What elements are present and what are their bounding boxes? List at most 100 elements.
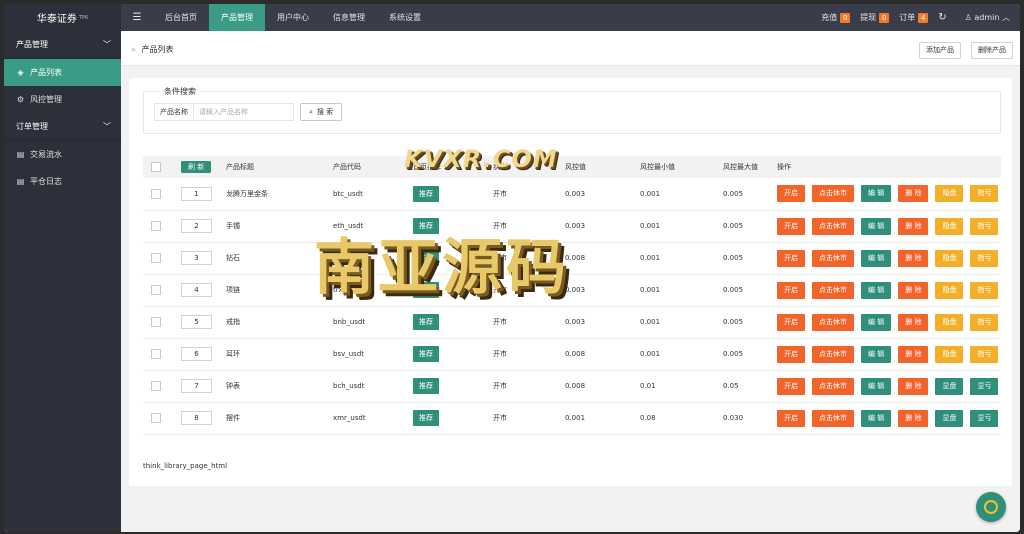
delete-button[interactable]: 删 除 [898,377,929,395]
recommend-button[interactable]: 推荐 [413,185,439,202]
row-checkbox[interactable] [151,188,161,199]
sidebar-item-close-log[interactable]: ▤ 平仓日志 [4,168,121,195]
search-input[interactable] [193,103,294,121]
display-toggle-button[interactable]: 隐盘 [935,217,964,235]
display-toggle-button[interactable]: 隐盘 [935,313,964,331]
refresh-icon[interactable]: ↻ [938,12,946,23]
close-market-button[interactable]: 点击休市 [812,409,854,427]
sidebar-group-product[interactable]: 产品管理 ﹀ [4,31,121,59]
delete-button[interactable]: 删 除 [898,409,929,427]
display-toggle-button[interactable]: 显盘 [935,409,964,427]
recommend-button[interactable]: 推荐 [413,314,439,330]
display-toggle-button[interactable]: 隐盘 [935,249,964,267]
recommend-button[interactable]: 推荐 [413,410,439,426]
row-checkbox[interactable] [151,381,161,391]
sort-input[interactable]: 4 [181,283,212,297]
sort-input[interactable]: 3 [181,251,212,265]
loss-toggle-button[interactable]: 指亏 [970,185,999,203]
nav-system-settings[interactable]: 系统设置 [377,4,433,31]
row-checkbox[interactable] [151,317,161,327]
recommend-button[interactable]: 推荐 [413,346,439,362]
sidebar-item-product-list[interactable]: ◈ 产品列表 [4,59,121,86]
loss-toggle-button[interactable]: 指亏 [970,249,999,267]
display-toggle-button[interactable]: 隐盘 [935,185,964,203]
close-market-button[interactable]: 点击休市 [812,345,854,363]
close-market-button[interactable]: 点击休市 [812,313,854,331]
delete-button[interactable]: 删 除 [898,313,929,331]
edit-button[interactable]: 编 辑 [861,313,892,331]
display-toggle-button[interactable]: 显盘 [935,377,964,395]
edit-button[interactable]: 编 辑 [861,409,892,427]
sidebar-group-orders[interactable]: 订单管理 ﹀ [4,113,121,141]
row-checkbox[interactable] [151,253,161,263]
brand-name: 华泰证券 [36,14,77,25]
recommend-button[interactable]: 推荐 [413,282,439,298]
sort-input[interactable]: 1 [181,186,212,201]
close-market-button[interactable]: 点击休市 [812,185,854,203]
nav-dashboard[interactable]: 后台首页 [153,4,209,31]
breadcrumb-bar: » 产品列表 添加产品 删除产品 [121,31,1020,66]
edit-button[interactable]: 编 辑 [861,377,892,395]
close-market-button[interactable]: 点击休市 [812,249,854,267]
open-button[interactable]: 开启 [777,281,805,299]
delete-button[interactable]: 删 除 [898,249,929,267]
open-button[interactable]: 开启 [777,185,805,203]
recommend-button[interactable]: 推荐 [413,218,439,234]
delete-button[interactable]: 删 除 [898,217,929,235]
edit-button[interactable]: 编 辑 [861,185,892,203]
delete-product-button[interactable]: 删除产品 [971,42,1013,59]
user-menu[interactable]: ♙ admin ︿ [965,12,1010,23]
loss-toggle-button[interactable]: 指亏 [970,281,999,299]
nav-info-management[interactable]: 信息管理 [321,4,377,31]
table-row: 4 项链 trx_usdt 推荐 开市 0.003 0.001 0.005 开启 点击休市编 辑删… [143,274,1001,307]
search-button[interactable]: ⌕ 搜 索 [300,103,343,121]
edit-button[interactable]: 编 辑 [861,345,892,363]
edit-button[interactable]: 编 辑 [861,217,892,235]
recommend-button[interactable]: 推荐 [413,378,439,394]
delete-button[interactable]: 删 除 [898,185,929,203]
delete-button[interactable]: 删 除 [898,345,929,363]
open-button[interactable]: 开启 [777,249,805,267]
recommend-button[interactable]: 推荐 [413,250,439,266]
close-market-button[interactable]: 点击休市 [812,377,854,395]
edit-button[interactable]: 编 辑 [861,281,892,299]
sort-input[interactable]: 6 [181,347,212,361]
sidebar-item-trade-flow[interactable]: ▤ 交易流水 [4,141,121,168]
select-all-checkbox[interactable] [151,162,161,172]
open-button[interactable]: 开启 [777,377,805,395]
row-checkbox[interactable] [151,285,161,295]
sort-input[interactable]: 8 [181,411,212,425]
display-toggle-button[interactable]: 隐盘 [935,345,964,363]
display-toggle-button[interactable]: 隐盘 [935,281,964,299]
sort-input[interactable]: 5 [181,315,212,329]
row-checkbox[interactable] [151,349,161,359]
loss-toggle-button[interactable]: 指亏 [970,313,999,331]
sidebar-item-label: 风控管理 [30,95,62,104]
loss-toggle-button[interactable]: 显亏 [970,409,999,427]
withdraw-link[interactable]: 提现 0 [860,12,890,23]
loss-toggle-button[interactable]: 指亏 [970,217,999,235]
add-product-button[interactable]: 添加产品 [919,42,961,59]
close-market-button[interactable]: 点击休市 [812,281,854,299]
sidebar-item-risk-management[interactable]: ⚙ 风控管理 [4,86,121,113]
edit-button[interactable]: 编 辑 [861,249,892,267]
sort-input[interactable]: 7 [181,379,212,393]
close-market-button[interactable]: 点击休市 [812,217,854,235]
nav-product-management[interactable]: 产品管理 [209,4,265,31]
loss-toggle-button[interactable]: 显亏 [970,377,999,395]
open-button[interactable]: 开启 [777,409,805,427]
floating-chat-button[interactable] [976,492,1006,522]
loss-toggle-button[interactable]: 指亏 [970,345,999,363]
orders-link[interactable]: 订单 4 [899,12,929,23]
open-button[interactable]: 开启 [777,345,805,363]
open-button[interactable]: 开启 [777,217,805,235]
delete-button[interactable]: 删 除 [898,281,929,299]
sort-input[interactable]: 2 [181,219,212,233]
refresh-button[interactable]: 刷 新 [181,161,212,173]
open-button[interactable]: 开启 [777,313,805,331]
menu-toggle-icon[interactable]: ☰ [121,4,153,31]
row-checkbox[interactable] [151,221,161,231]
recharge-link[interactable]: 充值 0 [821,12,851,23]
nav-user-center[interactable]: 用户中心 [265,4,321,31]
row-checkbox[interactable] [151,413,161,423]
